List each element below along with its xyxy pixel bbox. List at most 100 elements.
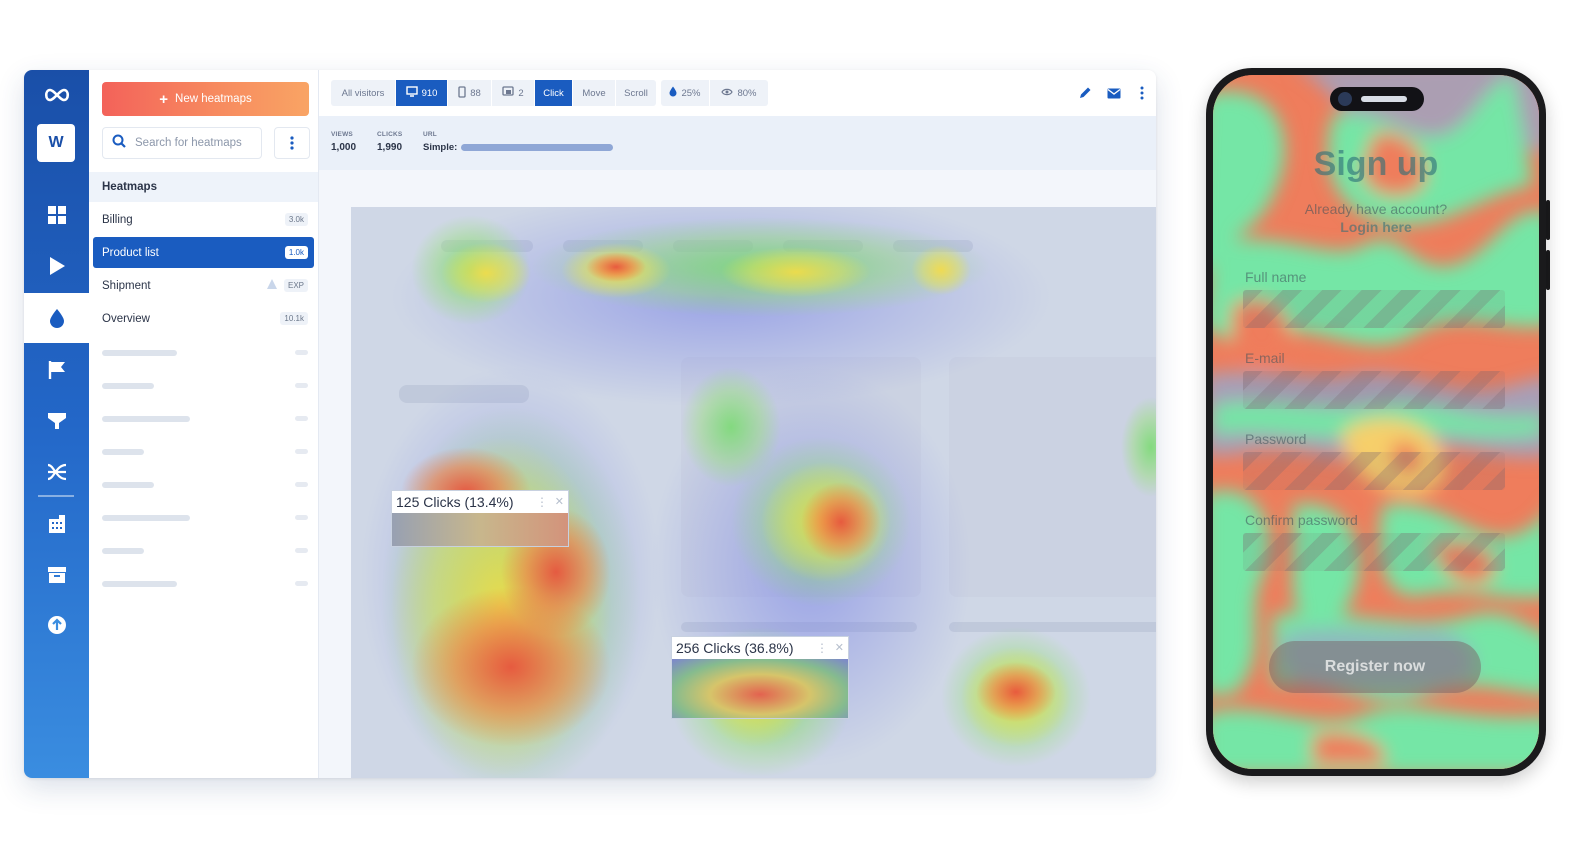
search-box [102,127,262,159]
opacity-control[interactable]: 25% [661,80,709,106]
phone-side-button [1546,200,1550,240]
heatmap-item-label: Billing [102,213,133,226]
desktop-filter[interactable]: 910 [396,80,447,106]
url-label: URL [423,131,437,138]
close-icon[interactable]: ✕ [555,495,564,508]
clicks-label: CLICKS [377,131,403,138]
mode-click[interactable]: Click [535,80,572,106]
password-label: Password [1245,431,1307,447]
signup-title: Sign up [1313,145,1439,183]
heatmap-item-shipment[interactable]: Shipment EXP [93,270,314,301]
play-icon[interactable] [24,241,89,291]
opacity-value: 25% [681,87,701,99]
placeholder-row [102,449,144,455]
heat-zone [411,587,611,747]
tablet-icon [502,86,514,100]
full-name-field[interactable] [1243,290,1505,328]
eye-icon [721,88,734,99]
heatmaps-panel: + New heatmaps Heatmaps Billing 3.0k Pro… [89,70,319,778]
password-field[interactable] [1243,452,1505,490]
confirm-password-label: Confirm password [1245,512,1358,528]
journey-icon[interactable] [24,447,89,497]
camera-icon [1338,92,1352,106]
click-tooltip[interactable]: 256 Clicks (36.8%) ⋮ ✕ [671,636,849,719]
mobile-heatmap-phone: Sign up Already have account? Login here… [1206,68,1546,776]
visibility-control[interactable]: 80% [710,80,768,106]
workspace-avatar[interactable]: W [37,124,75,162]
placeholder-row [102,581,177,587]
full-name-label: Full name [1245,269,1307,285]
heatmap-toolbar: All visitors 910 88 2 Click Move Scroll … [319,70,1156,116]
email-field[interactable] [1243,371,1505,409]
heatmap-item-overview[interactable]: Overview 10.1k [93,303,314,334]
clicks-value: 1,990 [377,142,403,153]
close-icon[interactable]: ✕ [835,641,844,654]
placeholder-dot [295,416,308,421]
phone-side-button [1546,250,1550,290]
mobile-count: 88 [470,87,481,99]
placeholder-dot [295,350,308,355]
click-tooltip[interactable]: 125 Clicks (13.4%) ⋮ ✕ [391,490,569,547]
heatmap-item-product-list[interactable]: Product list 1.0k [93,237,314,268]
heatmap-app-window: W + New heatmaps Search for heatmaps Hea… [24,70,1156,778]
dashboard-icon[interactable] [24,190,89,240]
tablet-filter[interactable]: 2 [492,80,534,106]
placeholder-dot [295,548,308,553]
placeholder-dot [295,449,308,454]
heatmap-canvas[interactable]: 125 Clicks (13.4%) ⋮ ✕ 256 Clicks (36.8%… [351,207,1156,778]
views-label: VIEWS [331,131,353,138]
placeholder-row [102,350,177,356]
plus-icon: + [159,90,169,108]
register-button[interactable]: Register now [1269,641,1481,693]
mail-icon[interactable] [1102,81,1126,105]
heat-zone [976,662,1056,722]
more-menu-icon[interactable] [1130,81,1154,105]
section-title: Heatmaps [89,172,318,202]
mode-scroll[interactable]: Scroll [616,80,656,106]
new-heatmap-label: New heatmaps [175,93,252,105]
flag-icon[interactable] [24,345,89,395]
login-link[interactable]: Login here [1213,219,1539,235]
new-heatmap-button[interactable]: + New heatmaps [102,82,309,116]
infinity-logo-icon[interactable] [24,80,89,110]
audience-filter[interactable]: All visitors [331,80,395,106]
heatmap-drop-icon[interactable] [24,293,89,343]
edit-icon[interactable] [1073,81,1097,105]
upload-icon[interactable] [24,600,89,650]
more-options-icon[interactable] [274,127,310,159]
warning-icon [266,278,278,293]
url-value-bar[interactable] [461,144,613,151]
placeholder-dot [295,581,308,586]
placeholder-dot [295,383,308,388]
count-badge: 3.0k [284,213,308,226]
funnel-icon[interactable] [24,396,89,446]
heatmap-item-billing[interactable]: Billing 3.0k [93,204,314,235]
heat-zone [441,243,531,303]
tablet-count: 2 [518,87,524,99]
archive-icon[interactable] [24,550,89,600]
confirm-password-field[interactable] [1243,533,1505,571]
drop-icon [669,86,677,100]
page-divider [949,622,1156,632]
heatmap-main: All visitors 910 88 2 Click Move Scroll … [319,70,1156,778]
placeholder-row [102,416,190,422]
heat-zone [911,245,971,295]
building-icon[interactable] [24,499,89,549]
views-value: 1,000 [331,142,357,153]
page-card [949,357,1156,597]
search-input[interactable] [135,137,253,149]
mobile-filter[interactable]: 88 [448,80,491,106]
tooltip-menu-icon[interactable]: ⋮ [816,641,828,655]
placeholder-row [102,515,190,521]
tooltip-menu-icon[interactable]: ⋮ [536,495,548,509]
heatmap-item-label: Product list [102,246,159,259]
placeholder-row [102,482,154,488]
heat-zone [721,247,871,297]
mobile-icon [458,85,466,101]
tooltip-element-preview [672,659,848,718]
count-badge: 10.1k [280,312,308,325]
desktop-count: 910 [421,87,438,99]
heat-zone [586,252,646,282]
mode-move[interactable]: Move [573,80,615,106]
placeholder-dot [295,515,308,520]
